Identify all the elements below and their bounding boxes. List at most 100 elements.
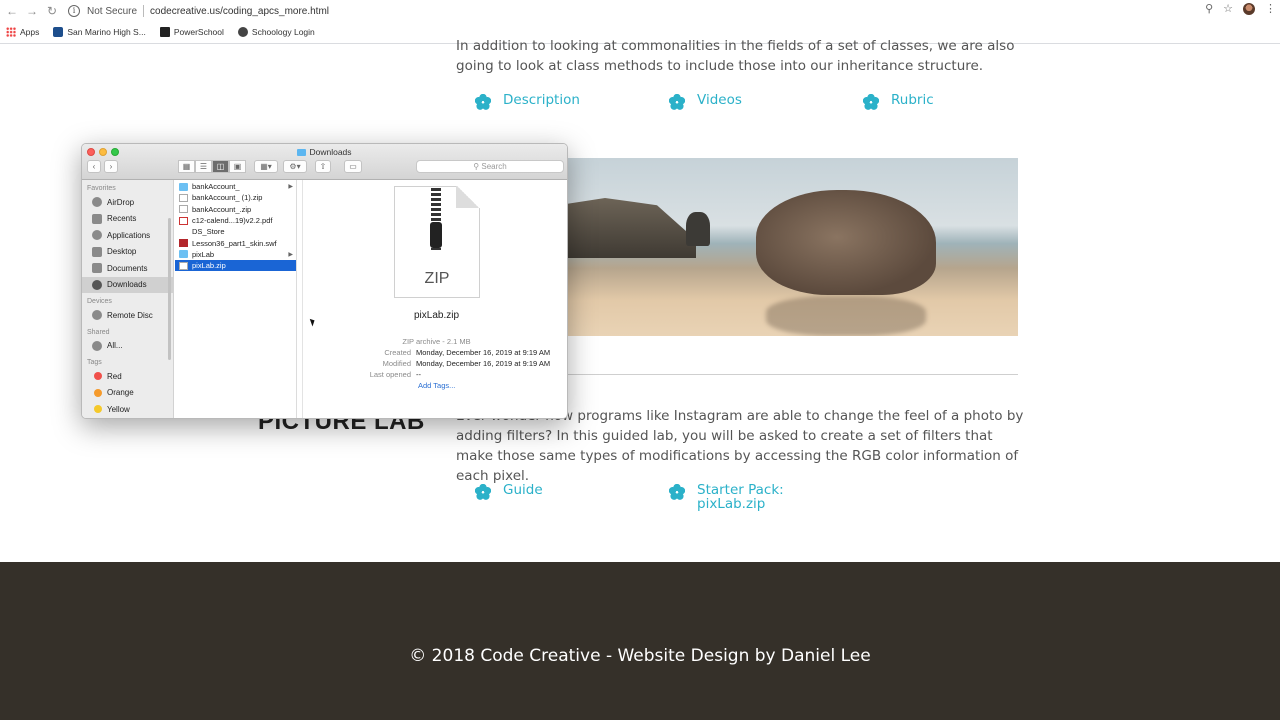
zip-file-icon [179,205,188,214]
finder-sidebar: Favorites AirDrop Recents Applications D… [82,180,174,418]
search-input[interactable]: ⚲ Search [416,160,564,173]
sidebar-item-remote-disc[interactable]: Remote Disc [82,307,173,324]
file-name: bankAccount_ (1).zip [192,193,263,203]
share-icon[interactable]: ⇧ [315,160,331,173]
preview-modified-row: Modified Monday, December 16, 2019 at 9:1… [304,359,567,369]
file-name: bankAccount_ [192,182,240,192]
file-item[interactable]: pixLab ▶ [175,249,296,260]
finder-titlebar[interactable]: Downloads ‹ › ▦ ☰ ◫ ▣ ▦▾ ⚙▾ ⇧ ▭ ⚲ Search [82,144,567,180]
add-tags-link[interactable]: Add Tags... [418,381,455,390]
link-label: Videos [697,92,742,108]
star-icon[interactable]: ☆ [1223,2,1233,15]
preview-file-name: pixLab.zip [413,310,460,321]
bookmark-label: San Marino High S... [67,27,146,37]
forward-icon[interactable]: → [22,1,42,21]
sidebar-tag-orange[interactable]: Orange [82,385,173,402]
preview-file-kind: ZIP archive - 2.1 MB [402,337,471,346]
sidebar-scrollbar[interactable] [168,218,171,360]
window-title-text: Downloads [309,147,352,157]
gear-icon[interactable]: ⚙▾ [283,160,307,173]
forward-icon[interactable]: › [104,160,118,173]
file-item[interactable]: bankAccount_ (1).zip [175,192,296,203]
address-bar[interactable]: i Not Secure codecreative.us/coding_apcs… [68,2,1198,20]
photo-reflection [766,296,926,336]
search-placeholder: Search [481,162,507,171]
guide-link[interactable]: Guide [475,483,543,500]
disclosure-arrow-icon: ▶ [288,251,293,258]
sidebar-item-recents[interactable]: Recents [82,211,173,228]
url-text[interactable]: codecreative.us/coding_apcs_more.html [150,6,329,17]
rubric-link[interactable]: Rubric [863,93,934,110]
sidebar-tag-red[interactable]: Red [82,368,173,385]
apps-grid-icon [6,27,16,37]
zip-label: ZIP [424,270,450,287]
folder-icon [179,182,188,191]
sidebar-item-label: Yellow [107,404,130,414]
rhino-photo [566,158,1018,336]
avatar[interactable] [1243,2,1255,15]
sidebar-item-applications[interactable]: Applications [82,227,173,244]
preview-created-row: Created Monday, December 16, 2019 at 9:19… [304,348,567,358]
file-name: pixLab.zip [192,261,226,271]
bookmarks-bar: Apps San Marino High S... PowerSchool Sc… [6,23,315,41]
sidebar-item-desktop[interactable]: Desktop [82,244,173,261]
search-icon: ⚲ [473,162,480,171]
file-item[interactable]: bankAccount_ ▶ [175,181,296,192]
description-link[interactable]: Description [475,93,580,110]
file-item-selected[interactable]: pixLab.zip [175,260,296,272]
file-item[interactable]: Lesson36_part1_skin.swf [175,237,296,248]
group-icon[interactable]: ▦▾ [254,160,278,173]
file-item[interactable]: bankAccount_.zip [175,204,296,215]
menu-icon[interactable]: ⋮ [1265,2,1276,15]
sidebar-item-airdrop[interactable]: AirDrop [82,194,173,211]
sidebar-item-label: Red [107,371,122,381]
flower-icon [669,484,685,500]
file-name: Lesson36_part1_skin.swf [192,238,277,248]
sidebar-tag-yellow[interactable]: Yellow [82,401,173,418]
bookmark-label: PowerSchool [173,27,224,37]
footer-text: © 2018 Code Creative - Website Design by… [409,646,871,666]
folder-icon [179,250,188,259]
bookmark-powerschool[interactable]: PowerSchool [159,27,224,37]
bookmark-apps[interactable]: Apps [6,27,39,37]
flower-icon [863,94,879,110]
file-name: bankAccount_.zip [192,204,252,214]
sidebar-item-all[interactable]: All... [82,338,173,355]
sidebar-item-downloads[interactable]: Downloads [82,276,173,293]
view-switcher: ▦ ☰ ◫ ▣ [178,160,246,173]
file-name: pixLab [192,249,215,259]
zoom-icon[interactable]: ⚲ [1205,2,1213,15]
sidebar-item-label: Remote Disc [107,310,153,320]
bookmark-san-marino[interactable]: San Marino High S... [53,27,146,37]
file-item[interactable]: DS_Store [175,226,296,237]
list-view-icon[interactable]: ☰ [195,160,212,173]
back-icon[interactable]: ← [2,1,22,21]
icon-view-icon[interactable]: ▦ [178,160,195,173]
finder-window[interactable]: Downloads ‹ › ▦ ☰ ◫ ▣ ▦▾ ⚙▾ ⇧ ▭ ⚲ Search… [81,143,568,419]
window-title: Downloads [82,147,567,157]
preview-pane: ZIP pixLab.zip ZIP archive - 2.1 MB Crea… [304,180,567,418]
meta-key: Last opened [369,370,411,379]
tags-heading: Tags [87,359,102,366]
orange-tag-icon [94,388,102,397]
column-divider[interactable] [298,180,303,418]
devices-heading: Devices [87,298,112,305]
bookmark-schoology[interactable]: Schoology Login [237,27,315,37]
reload-icon[interactable]: ↻ [42,1,62,21]
applications-icon [92,230,102,241]
starter-pack-link[interactable]: Starter Pack: pixLab.zip [669,483,784,511]
column-view-icon[interactable]: ◫ [212,160,229,173]
pdf-file-icon [179,216,188,225]
gallery-view-icon[interactable]: ▣ [229,160,246,173]
tag-icon[interactable]: ▭ [344,160,362,173]
back-icon[interactable]: ‹ [87,160,101,173]
sidebar-item-label: Downloads [107,280,147,290]
sidebar-item-label: Desktop [107,247,137,257]
videos-link[interactable]: Videos [669,92,742,110]
meta-value: Monday, December 16, 2019 at 9:19 AM [416,359,551,368]
sidebar-item-documents[interactable]: Documents [82,260,173,277]
bookmark-label: Apps [20,27,40,37]
file-item[interactable]: c12-calend...19)v2.2.pdf [175,215,296,226]
info-icon[interactable]: i [68,5,80,17]
photo-cliff [566,198,696,258]
